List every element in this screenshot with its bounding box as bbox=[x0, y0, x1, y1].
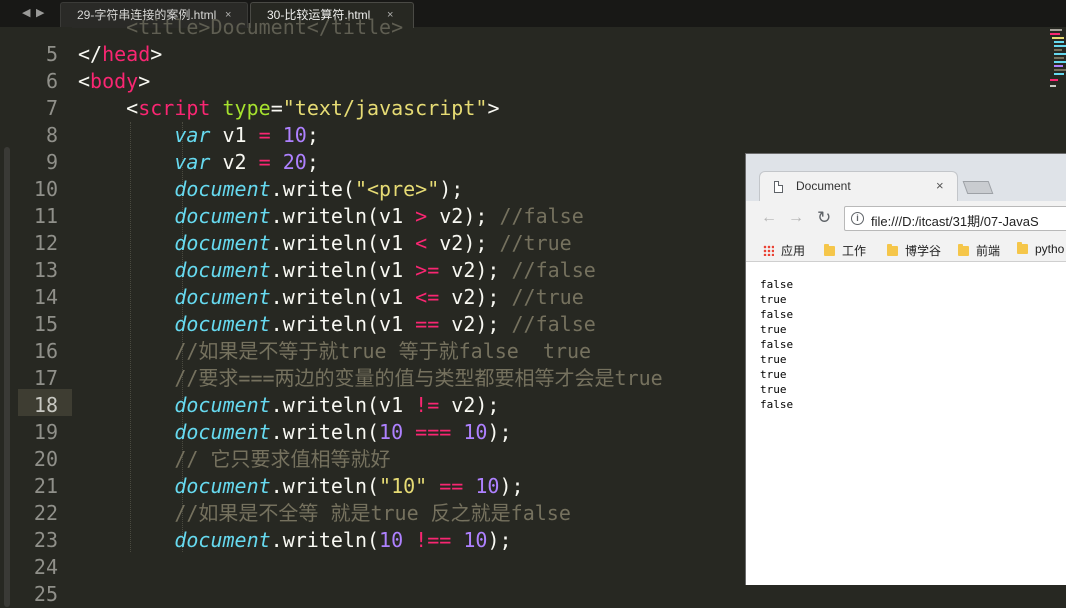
line-number: 15 bbox=[33, 312, 58, 336]
bookmark-folder-work[interactable]: 工作 bbox=[824, 242, 866, 259]
code-line: // 它只要求值相等就好 bbox=[78, 447, 391, 471]
minimap[interactable] bbox=[1046, 27, 1066, 107]
browser-toolbar: ← → ↻ i file:///D:/itcast/31期/07-JavaS bbox=[746, 201, 1066, 237]
output-line: true bbox=[760, 383, 787, 396]
line-number: 13 bbox=[33, 258, 58, 282]
reload-icon[interactable]: ↻ bbox=[817, 208, 831, 228]
line-number: 6 bbox=[45, 69, 58, 93]
line-number: 14 bbox=[33, 285, 58, 309]
line-number: 25 bbox=[33, 582, 58, 606]
line-number: 9 bbox=[45, 150, 58, 174]
browser-window: Document × ← → ↻ i file:///D:/itcast/31期… bbox=[745, 153, 1066, 585]
line-number: 24 bbox=[33, 555, 58, 579]
browser-tab-title: Document bbox=[796, 179, 851, 193]
output-line: false bbox=[760, 338, 794, 351]
document-icon bbox=[774, 181, 783, 193]
code-line: document.writeln(v1 < v2); //true bbox=[174, 231, 572, 255]
code-line: document.writeln("10" == 10); bbox=[174, 474, 524, 498]
output-line: true bbox=[760, 293, 787, 306]
code-line: document.writeln(v1 > v2); //false bbox=[174, 204, 584, 228]
folder-icon bbox=[958, 244, 969, 256]
output-line: true bbox=[760, 353, 787, 366]
line-number: 5 bbox=[45, 42, 58, 66]
line-number: 10 bbox=[33, 177, 58, 201]
tab-scroll-left-icon[interactable]: ◀ bbox=[22, 6, 30, 19]
code-line: document.writeln(v1 >= v2); //false bbox=[174, 258, 596, 282]
line-number: 20 bbox=[33, 447, 58, 471]
code-line: //如果是不全等 就是true 反之就是false bbox=[78, 501, 571, 525]
code-line: document.writeln(v1 != v2); bbox=[174, 393, 500, 417]
tab-nav: ◀ ▶ bbox=[0, 0, 56, 27]
code-line: <title>Document</title> bbox=[78, 15, 404, 39]
output-line: false bbox=[760, 278, 794, 291]
folder-icon bbox=[887, 244, 898, 256]
folder-icon bbox=[824, 244, 835, 256]
editor-gutter: 5 6 7 8 9 10 11 12 13 14 15 16 17 18 19 … bbox=[0, 27, 72, 607]
browser-tab[interactable]: Document × bbox=[759, 171, 958, 201]
line-number: 22 bbox=[33, 501, 58, 525]
line-number: 8 bbox=[45, 123, 58, 147]
code-area[interactable]: <title>Document</title> </head> <body> <sc… bbox=[78, 14, 758, 581]
code-line: document.writeln(v1 <= v2); //true bbox=[174, 285, 584, 309]
close-icon[interactable]: × bbox=[936, 178, 944, 193]
apps-grid-icon bbox=[763, 245, 774, 256]
browser-tab-strip: Document × bbox=[746, 154, 1066, 201]
bookmark-apps[interactable]: 应用 bbox=[763, 242, 805, 259]
info-icon[interactable]: i bbox=[851, 212, 864, 225]
line-number: 23 bbox=[33, 528, 58, 552]
line-number: 12 bbox=[33, 231, 58, 255]
back-arrow-icon[interactable]: ← bbox=[761, 209, 777, 227]
bookmark-folder-boxuegu[interactable]: 博学谷 bbox=[887, 242, 941, 259]
code-line: <body> bbox=[78, 69, 151, 93]
code-line: document.writeln(v1 == v2); //false bbox=[174, 312, 596, 336]
browser-page-content: false true false true false true true true false bbox=[746, 262, 1066, 585]
code-line: document.writeln(10 === 10); bbox=[174, 420, 512, 444]
code-line: </head> bbox=[78, 42, 163, 66]
line-number: 16 bbox=[33, 339, 58, 363]
line-number: 21 bbox=[33, 474, 58, 498]
output-line: false bbox=[760, 398, 794, 411]
folder-icon bbox=[1017, 242, 1028, 254]
line-number-current: 18 bbox=[33, 393, 58, 417]
address-url: file:///D:/itcast/31期/07-JavaS bbox=[871, 214, 1039, 229]
code-line-current: //要求===两边的变量的值与类型都要相等才会是true bbox=[78, 366, 663, 390]
code-line: document.writeln(10 !== 10); bbox=[174, 528, 512, 552]
editor-scrollbar[interactable] bbox=[4, 147, 10, 607]
line-number: 7 bbox=[45, 96, 58, 120]
address-bar[interactable]: i file:///D:/itcast/31期/07-JavaS bbox=[844, 206, 1066, 231]
output-line: true bbox=[760, 368, 787, 381]
bookmarks-bar: 应用 工作 博学谷 前端 pytho bbox=[746, 237, 1066, 262]
tab-scroll-right-icon[interactable]: ▶ bbox=[36, 6, 44, 19]
output-line: true bbox=[760, 323, 787, 336]
code-line: document.write("<pre>"); bbox=[174, 177, 464, 201]
code-line: var v1 = 10; bbox=[174, 123, 319, 147]
code-line: //如果是不等于就true 等于就false true bbox=[78, 339, 592, 363]
output-pre: false true false true false true true true false bbox=[760, 277, 793, 412]
line-number: 19 bbox=[33, 420, 58, 444]
line-numbers: 5 6 7 8 9 10 11 12 13 14 15 16 17 18 19 … bbox=[18, 41, 58, 608]
code-line: <script type="text/javascript"> bbox=[78, 96, 500, 120]
output-line: false bbox=[760, 308, 794, 321]
code-line: var v2 = 20; bbox=[174, 150, 319, 174]
line-number: 17 bbox=[33, 366, 58, 390]
new-tab-button[interactable] bbox=[962, 181, 994, 194]
forward-arrow-icon[interactable]: → bbox=[788, 209, 804, 227]
line-number: 11 bbox=[33, 204, 58, 228]
bookmark-folder-python[interactable]: pytho bbox=[1017, 242, 1064, 256]
bookmark-folder-frontend[interactable]: 前端 bbox=[958, 242, 1000, 259]
